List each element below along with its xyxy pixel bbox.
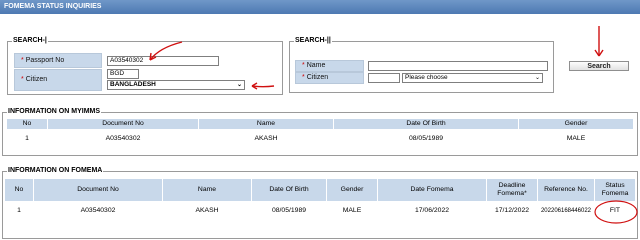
citizen-right-code-input[interactable]	[368, 73, 400, 83]
col-header-name: Name	[163, 179, 251, 201]
passport-label: * Passport No	[14, 53, 102, 68]
col-header-deadline-fomema: Deadline Fomema*	[487, 179, 537, 201]
col-header-document-no: Document No	[48, 119, 198, 129]
cell-gender: MALE	[566, 135, 586, 142]
cell-name: AKASH	[254, 135, 278, 142]
cell-no: 1	[25, 135, 29, 142]
table-row: 1 A03540302 AKASH 08/05/1989 MALE 17/06/…	[5, 202, 635, 220]
red-arrow-icon	[594, 26, 604, 57]
cell-reference-no: 202206168446022	[540, 208, 592, 214]
col-header-reference-no: Reference No.	[538, 179, 594, 201]
page-title: FOMEMA STATUS INQUIRIES	[0, 0, 640, 14]
col-header-name: Name	[199, 119, 333, 129]
col-header-no: No	[7, 119, 47, 129]
cell-no: 1	[17, 207, 21, 214]
red-arrow-icon	[149, 41, 183, 61]
table-row: 1 A03540302 AKASH 08/05/1989 MALE	[7, 130, 633, 148]
name-label: * Name	[295, 60, 364, 72]
col-header-document-no: Document No	[34, 179, 162, 201]
citizen-label: * Citizen	[14, 69, 102, 91]
cell-dob: 08/05/1989	[408, 135, 444, 142]
chevron-down-icon: ⌄	[236, 82, 242, 88]
col-header-no: No	[5, 179, 33, 201]
red-circle-icon	[594, 200, 638, 224]
search-left-legend: SEARCH-|	[12, 36, 48, 46]
cell-document-no: A03540302	[105, 135, 141, 142]
citizen-select[interactable]: BANGLADESH ⌄	[107, 80, 245, 90]
search-right-legend: SEARCH-||	[294, 36, 332, 46]
col-header-date-fomema: Date Fomema	[378, 179, 486, 201]
myimms-table: No Document No Name Date Of Birth Gender…	[6, 118, 634, 149]
cell-date-fomema: 17/06/2022	[414, 207, 450, 214]
table-header-row: No Document No Name Date Of Birth Gender	[7, 119, 633, 129]
col-header-gender: Gender	[327, 179, 377, 201]
fomema-legend: INFORMATION ON FOMEMA	[7, 166, 104, 176]
cell-document-no: A03540302	[80, 207, 116, 214]
cell-name: AKASH	[195, 207, 219, 214]
citizen-right-select[interactable]: Please choose ⌄	[402, 73, 543, 83]
col-header-dob: Date Of Birth	[334, 119, 518, 129]
cell-deadline-fomema: 17/12/2022	[494, 207, 530, 214]
col-header-dob: Date Of Birth	[252, 179, 326, 201]
table-header-row: No Document No Name Date Of Birth Gender…	[5, 179, 635, 201]
name-input[interactable]	[368, 61, 548, 71]
cell-gender: MALE	[342, 207, 362, 214]
citizen-right-label: * Citizen	[295, 72, 364, 84]
col-header-gender: Gender	[519, 119, 633, 129]
myimms-legend: INFORMATION ON MYIMMS	[7, 107, 102, 117]
citizen-code-input[interactable]: BGD	[107, 69, 139, 79]
chevron-down-icon: ⌄	[534, 75, 540, 81]
fomema-table: No Document No Name Date Of Birth Gender…	[4, 178, 636, 221]
red-arrow-icon	[251, 82, 275, 90]
search-button[interactable]: Search	[569, 61, 629, 71]
cell-dob: 08/05/1989	[271, 207, 307, 214]
